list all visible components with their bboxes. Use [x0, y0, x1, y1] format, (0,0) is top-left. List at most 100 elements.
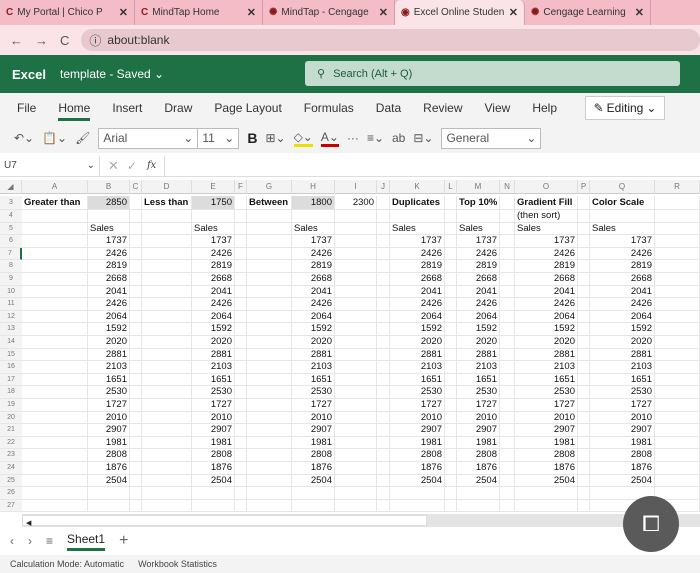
- cell-B17[interactable]: 1651: [88, 373, 130, 387]
- cell-P27[interactable]: [578, 499, 590, 513]
- horizontal-scrollbar[interactable]: ◀: [22, 514, 700, 527]
- cell-Q9[interactable]: 2668: [590, 273, 655, 286]
- cell-O22[interactable]: 1981: [515, 436, 578, 450]
- cell-I9[interactable]: [335, 273, 377, 286]
- cell-F12[interactable]: [235, 310, 247, 324]
- cell-G24[interactable]: [247, 462, 292, 475]
- cell-D22[interactable]: [142, 436, 192, 450]
- cell-K6[interactable]: 1737: [390, 235, 445, 248]
- cell-L9[interactable]: [445, 273, 457, 286]
- cell-A13[interactable]: [22, 323, 88, 336]
- cell-P13[interactable]: [578, 323, 590, 336]
- cell-O5[interactable]: Sales: [515, 222, 578, 236]
- cell-E16[interactable]: 2103: [192, 361, 235, 374]
- cell-A19[interactable]: [22, 399, 88, 412]
- cell-J22[interactable]: [377, 436, 390, 450]
- ribbon-tab-draw[interactable]: Draw: [164, 101, 192, 115]
- next-sheet-icon[interactable]: ›: [28, 534, 32, 548]
- cell-R24[interactable]: [655, 462, 700, 475]
- font-size-dropdown[interactable]: 11 ⌄: [197, 127, 240, 149]
- cell-R19[interactable]: [655, 399, 700, 412]
- cell-N27[interactable]: [500, 499, 515, 513]
- cell-R15[interactable]: [655, 348, 700, 362]
- column-header-E[interactable]: E: [192, 180, 235, 194]
- cell-P11[interactable]: [578, 298, 590, 311]
- ribbon-tab-view[interactable]: View: [485, 101, 511, 115]
- cell-B20[interactable]: 2010: [88, 411, 130, 425]
- cell-N18[interactable]: [500, 386, 515, 399]
- cell-Q23[interactable]: 2808: [590, 449, 655, 462]
- sheet-tab-sheet1[interactable]: Sheet1: [67, 532, 106, 551]
- cell-P20[interactable]: [578, 411, 590, 425]
- cell-L6[interactable]: [445, 235, 457, 248]
- row-header-8[interactable]: 8: [0, 260, 22, 273]
- cell-K27[interactable]: [390, 499, 445, 513]
- cell-A4[interactable]: [22, 210, 88, 223]
- cell-A9[interactable]: [22, 273, 88, 286]
- cell-E19[interactable]: 1727: [192, 399, 235, 412]
- cell-D20[interactable]: [142, 411, 192, 425]
- cell-H16[interactable]: 2103: [292, 361, 335, 374]
- row-header-16[interactable]: 16: [0, 361, 22, 374]
- cell-J4[interactable]: [377, 210, 390, 223]
- cell-B27[interactable]: [88, 499, 130, 513]
- cell-M13[interactable]: 1592: [457, 323, 500, 336]
- cell-K8[interactable]: 2819: [390, 260, 445, 273]
- number-format-dropdown[interactable]: General ⌄: [441, 127, 542, 149]
- cell-D5[interactable]: [142, 222, 192, 236]
- cell-K26[interactable]: [390, 487, 445, 500]
- add-sheet-icon[interactable]: +: [119, 532, 128, 550]
- cell-L20[interactable]: [445, 411, 457, 425]
- cell-G3[interactable]: Between: [247, 196, 292, 210]
- cell-O14[interactable]: 2020: [515, 336, 578, 349]
- cell-O4[interactable]: (then sort): [515, 210, 578, 223]
- cell-K7[interactable]: 2426: [390, 247, 445, 261]
- cell-I7[interactable]: [335, 247, 377, 261]
- cell-G7[interactable]: [247, 247, 292, 261]
- cell-M9[interactable]: 2668: [457, 273, 500, 286]
- cell-R23[interactable]: [655, 449, 700, 462]
- cell-C22[interactable]: [130, 436, 142, 450]
- cell-J8[interactable]: [377, 260, 390, 273]
- cell-H4[interactable]: [292, 210, 335, 223]
- cell-D10[interactable]: [142, 285, 192, 299]
- cell-K4[interactable]: [390, 210, 445, 223]
- cell-E3[interactable]: 1750: [192, 196, 235, 210]
- cell-D27[interactable]: [142, 499, 192, 513]
- close-tab-icon[interactable]: ✕: [119, 6, 128, 19]
- cell-C9[interactable]: [130, 273, 142, 286]
- scan-icon[interactable]: ⧠: [623, 496, 679, 552]
- close-tab-icon[interactable]: ✕: [379, 6, 388, 19]
- cell-P10[interactable]: [578, 285, 590, 299]
- cell-R7[interactable]: [655, 247, 700, 261]
- cell-D24[interactable]: [142, 462, 192, 475]
- cell-D15[interactable]: [142, 348, 192, 362]
- cell-J18[interactable]: [377, 386, 390, 399]
- cell-D7[interactable]: [142, 247, 192, 261]
- cell-D25[interactable]: [142, 474, 192, 488]
- cell-A14[interactable]: [22, 336, 88, 349]
- row-header-15[interactable]: 15: [0, 348, 22, 362]
- cell-H24[interactable]: 1876: [292, 462, 335, 475]
- reload-icon[interactable]: C: [60, 33, 69, 48]
- cell-H20[interactable]: 2010: [292, 411, 335, 425]
- row-header-27[interactable]: 27: [0, 499, 22, 513]
- cell-F27[interactable]: [235, 499, 247, 513]
- cell-G14[interactable]: [247, 336, 292, 349]
- cell-B22[interactable]: 1981: [88, 436, 130, 450]
- cell-O13[interactable]: 1592: [515, 323, 578, 336]
- cell-F25[interactable]: [235, 474, 247, 488]
- wrap-text-icon[interactable]: ab: [392, 131, 405, 145]
- row-header-11[interactable]: 11: [0, 298, 22, 311]
- cell-R13[interactable]: [655, 323, 700, 336]
- cell-E21[interactable]: 2907: [192, 424, 235, 437]
- cell-O24[interactable]: 1876: [515, 462, 578, 475]
- cell-B21[interactable]: 2907: [88, 424, 130, 437]
- cell-M15[interactable]: 2881: [457, 348, 500, 362]
- scrollbar-thumb[interactable]: ◀: [22, 515, 427, 527]
- worksheet-grid[interactable]: 3 4 5 6 7 8 9 10 11 12 13 14 15 16 17 18 19 20 21 22 23 24 25 2…: [0, 194, 700, 514]
- cell-C4[interactable]: [130, 210, 142, 223]
- cell-P22[interactable]: [578, 436, 590, 450]
- column-header-I[interactable]: I: [335, 180, 377, 194]
- cell-R18[interactable]: [655, 386, 700, 399]
